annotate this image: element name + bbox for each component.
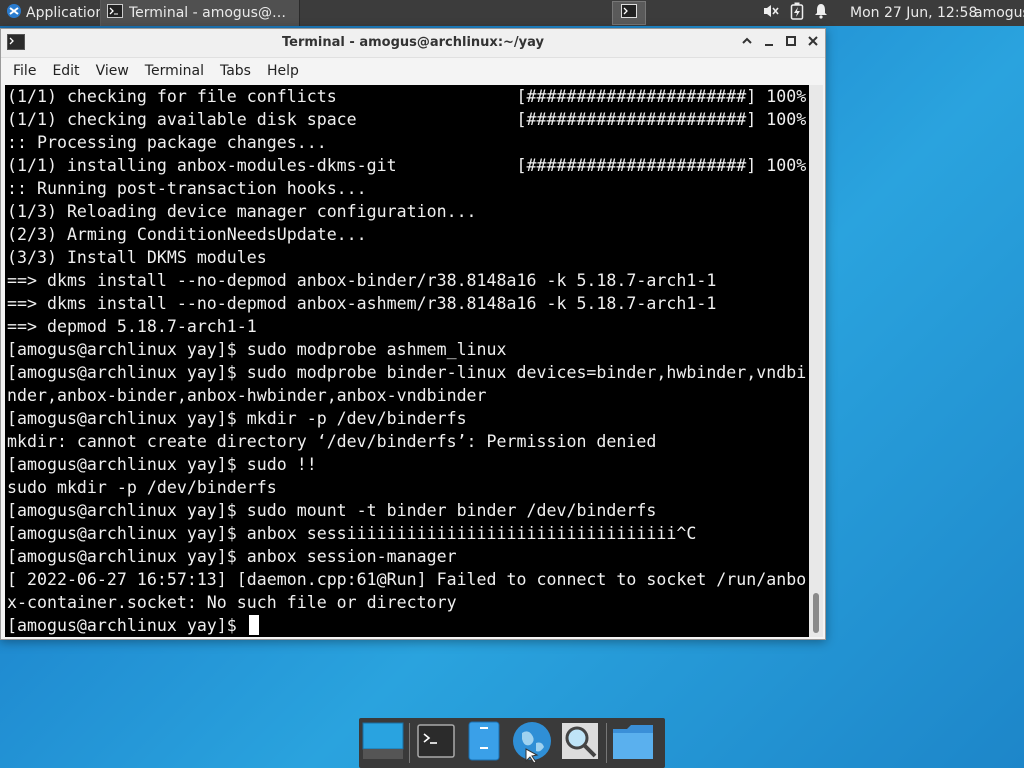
file-manager-icon <box>468 721 500 765</box>
dock-terminal[interactable] <box>412 719 460 767</box>
notification-bell-icon[interactable] <box>814 3 828 23</box>
menu-help[interactable]: Help <box>259 63 307 79</box>
dock <box>359 718 665 768</box>
menu-file[interactable]: File <box>5 63 44 79</box>
terminal-line: :: Processing package changes... <box>7 133 327 152</box>
dock-show-desktop[interactable] <box>359 719 407 767</box>
dock-folder[interactable] <box>609 719 657 767</box>
terminal-line: sudo mkdir -p /dev/binderfs <box>7 478 277 497</box>
close-icon[interactable] <box>807 35 819 51</box>
terminal-line: (3/3) Install DKMS modules <box>7 248 267 267</box>
show-desktop-icon <box>362 721 404 765</box>
terminal-line: ==> depmod 5.18.7-arch1-1 <box>7 317 257 336</box>
terminal-line: [amogus@archlinux yay]$ sudo modprobe as… <box>7 340 507 359</box>
dock-app-finder[interactable] <box>556 719 604 767</box>
terminal-window: Terminal - amogus@archlinux:~/yay File E… <box>0 28 826 640</box>
terminal-scrollbar[interactable] <box>809 85 823 637</box>
menubar: File Edit View Terminal Tabs Help <box>1 58 825 84</box>
terminal-line: [ 2022-06-27 16:57:13] [daemon.cpp:61@Ru… <box>7 570 807 589</box>
terminal-line: (2/3) Arming ConditionNeedsUpdate... <box>7 225 367 244</box>
terminal-line: [amogus@archlinux yay]$ anbox sessiiiiii… <box>7 524 697 543</box>
terminal-cursor <box>248 615 259 635</box>
terminal-prompt: [amogus@archlinux yay]$ <box>7 616 247 635</box>
dock-web-browser[interactable] <box>508 719 556 767</box>
terminal-icon <box>417 724 455 762</box>
window-controls <box>741 29 819 57</box>
terminal-line: x-container.socket: No such file or dire… <box>7 593 457 612</box>
terminal-icon <box>621 3 637 23</box>
maximize-icon[interactable] <box>785 35 797 51</box>
dock-file-manager-secondary[interactable] <box>460 719 508 767</box>
globe-icon <box>510 719 554 767</box>
menu-edit[interactable]: Edit <box>44 63 87 79</box>
applications-label: Applications <box>26 5 112 21</box>
terminal-line: (1/3) Reloading device manager configura… <box>7 202 477 221</box>
volume-muted-icon[interactable] <box>762 3 780 23</box>
terminal-line: [amogus@archlinux yay]$ anbox session-ma… <box>7 547 457 566</box>
terminal-line: [amogus@archlinux yay]$ sudo modprobe bi… <box>7 363 807 382</box>
folder-icon <box>611 721 655 765</box>
battery-charging-icon[interactable] <box>790 2 804 24</box>
window-title: Terminal - amogus@archlinux:~/yay <box>282 35 544 50</box>
terminal-prompt-line[interactable]: [amogus@archlinux yay]$ <box>7 614 807 637</box>
workspace-switcher[interactable] <box>612 1 646 25</box>
minimize-icon[interactable] <box>763 35 775 51</box>
taskbar-terminal-button[interactable]: Terminal - amogus@archli... <box>100 0 300 26</box>
top-panel: Applications Terminal - amogus@archli...… <box>0 0 1024 26</box>
xfce-logo-icon <box>6 3 22 23</box>
scrollbar-thumb[interactable] <box>813 593 819 633</box>
terminal-line: ==> dkms install --no-depmod anbox-binde… <box>7 271 717 290</box>
menu-terminal[interactable]: Terminal <box>137 63 212 79</box>
menu-view[interactable]: View <box>88 63 137 79</box>
panel-clock[interactable]: Mon 27 Jun, 12:58 <box>850 0 977 26</box>
panel-user-menu[interactable]: amogus <box>974 0 1024 26</box>
terminal-line: [amogus@archlinux yay]$ mkdir -p /dev/bi… <box>7 409 467 428</box>
terminal-line: (1/1) installing anbox-modules-dkms-git … <box>7 156 807 175</box>
window-titlebar[interactable]: Terminal - amogus@archlinux:~/yay <box>1 29 825 58</box>
taskbar-terminal-label: Terminal - amogus@archli... <box>129 5 293 21</box>
dock-separator <box>606 723 607 763</box>
chevron-up-icon[interactable] <box>741 35 753 51</box>
dock-separator <box>409 723 410 763</box>
terminal-icon <box>107 3 123 23</box>
applications-menu-button[interactable]: Applications <box>0 0 112 26</box>
terminal-line: (1/1) checking available disk space [###… <box>7 110 807 129</box>
terminal-line: ==> dkms install --no-depmod anbox-ashme… <box>7 294 717 313</box>
menu-tabs[interactable]: Tabs <box>212 63 259 79</box>
terminal-line: nder,anbox-binder,anbox-hwbinder,anbox-v… <box>7 386 487 405</box>
terminal-line: [amogus@archlinux yay]$ sudo mount -t bi… <box>7 501 657 520</box>
terminal-line: (1/1) checking for file conflicts [#####… <box>7 87 807 106</box>
magnifier-icon <box>560 721 600 765</box>
system-tray <box>762 0 828 26</box>
terminal-line: [amogus@archlinux yay]$ sudo !! <box>7 455 317 474</box>
terminal-line: :: Running post-transaction hooks... <box>7 179 367 198</box>
terminal-output[interactable]: (1/1) checking for file conflicts [#####… <box>5 85 809 637</box>
terminal-line: mkdir: cannot create directory ‘/dev/bin… <box>7 432 657 451</box>
